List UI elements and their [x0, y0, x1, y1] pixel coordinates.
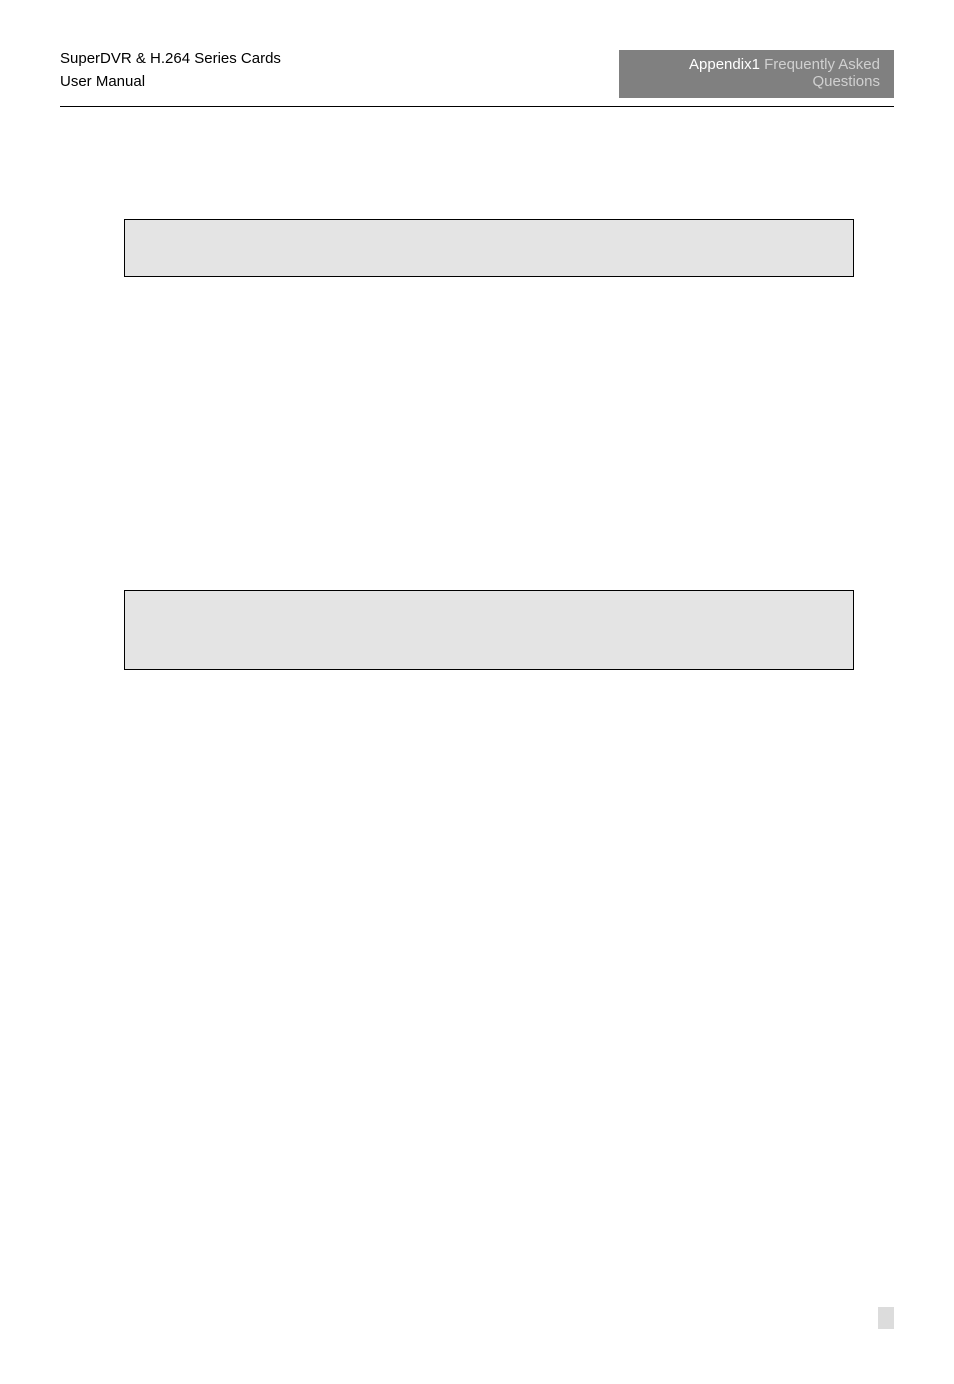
appendix-suffix: Frequently Asked [760, 56, 880, 73]
appendix-prefix: Appendix1 [689, 56, 760, 73]
appendix-subtitle: Questions [633, 73, 880, 90]
header-left: SuperDVR & H.264 Series Cards User Manua… [60, 50, 281, 90]
content-box-2 [124, 590, 854, 670]
product-title: SuperDVR & H.264 Series Cards [60, 50, 281, 67]
content-box-1 [124, 219, 854, 277]
appendix-label: Appendix1 Frequently Asked [633, 56, 880, 73]
page-container: SuperDVR & H.264 Series Cards User Manua… [0, 0, 954, 1384]
document-type: User Manual [60, 73, 281, 90]
header-right: Appendix1 Frequently Asked Questions [619, 50, 894, 98]
page-number-marker [878, 1307, 894, 1329]
content-area [60, 219, 894, 670]
page-header: SuperDVR & H.264 Series Cards User Manua… [60, 50, 894, 107]
